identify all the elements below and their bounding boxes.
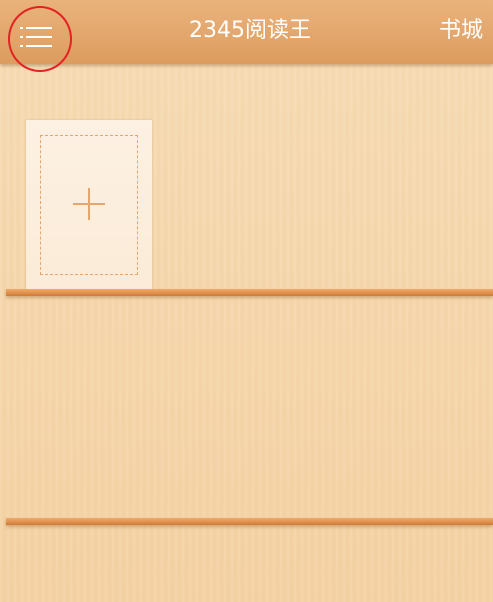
top-bar: 2345阅读王 书城 [0,0,493,72]
menu-button[interactable] [8,6,76,76]
shelf-board [6,518,493,525]
highlight-circle [8,6,72,72]
bookshelf-screen: 2345阅读王 书城 [0,0,493,602]
add-book-button[interactable] [26,120,152,290]
app-title: 2345阅读王 [189,18,311,43]
bookstore-link[interactable]: 书城 [439,16,483,46]
shelf-board [6,289,493,296]
plus-icon [73,188,105,220]
